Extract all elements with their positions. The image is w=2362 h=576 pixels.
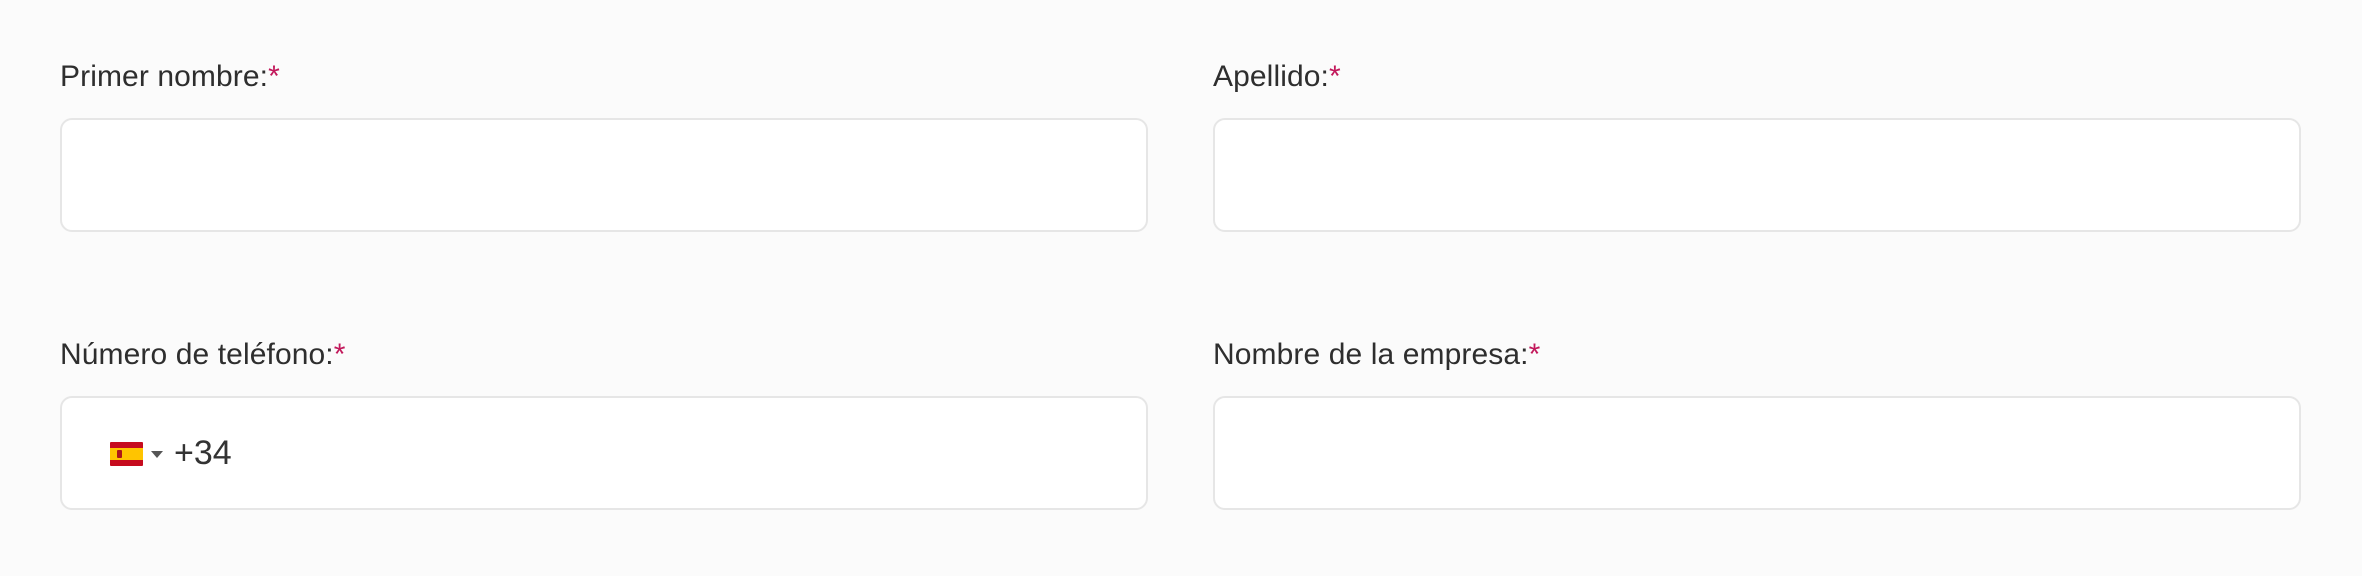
country-code-selector[interactable]	[110, 440, 163, 468]
first-name-input-box	[60, 118, 1148, 232]
required-asterisk: *	[1328, 60, 1341, 93]
phone-input[interactable]	[62, 398, 1146, 508]
phone-field: Número de teléfono:*	[60, 334, 1148, 510]
phone-label-text: Número de teléfono:	[60, 338, 334, 371]
first-name-label-text: Primer nombre:	[60, 60, 269, 93]
spain-flag-icon	[110, 442, 143, 466]
first-name-input[interactable]	[62, 120, 1146, 230]
last-name-input-box	[1213, 118, 2301, 232]
first-name-label: Primer nombre:*	[60, 56, 1148, 98]
phone-input-box	[60, 396, 1148, 510]
caret-down-icon	[151, 450, 163, 458]
company-label-text: Nombre de la empresa:	[1213, 338, 1529, 371]
contact-form: Primer nombre:* Apellido:* Número de tel…	[0, 0, 2362, 576]
first-name-field: Primer nombre:*	[60, 56, 1148, 232]
required-asterisk: *	[1528, 338, 1541, 371]
phone-label: Número de teléfono:*	[60, 334, 1148, 376]
last-name-label: Apellido:*	[1213, 56, 2301, 98]
required-asterisk: *	[268, 60, 280, 93]
last-name-label-text: Apellido:	[1213, 60, 1329, 93]
company-label: Nombre de la empresa:*	[1213, 334, 2301, 376]
company-input-box	[1213, 396, 2301, 510]
required-asterisk: *	[333, 338, 346, 371]
company-field: Nombre de la empresa:*	[1213, 334, 2301, 510]
company-input[interactable]	[1215, 398, 2299, 508]
last-name-input[interactable]	[1215, 120, 2299, 230]
last-name-field: Apellido:*	[1213, 56, 2301, 232]
